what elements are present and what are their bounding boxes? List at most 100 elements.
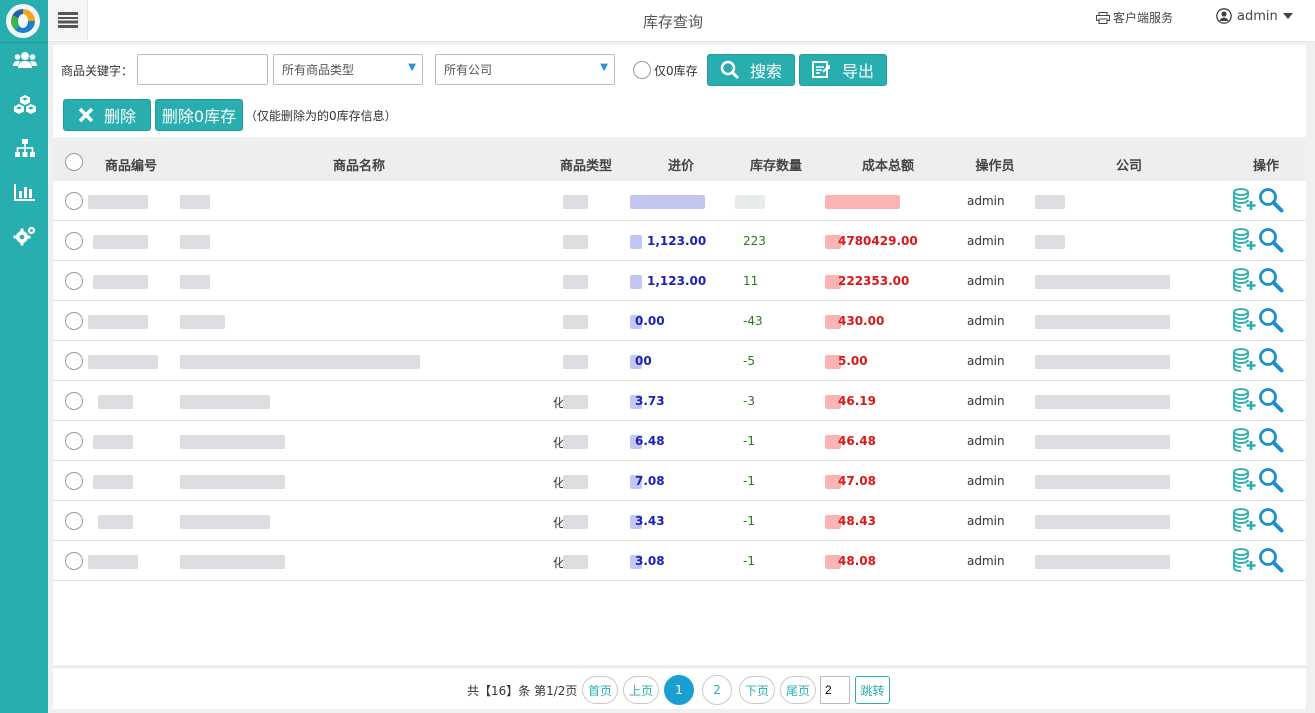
stock-detail-icon[interactable] xyxy=(1232,267,1258,293)
operator-cell: admin xyxy=(967,554,1005,568)
redacted-product-code xyxy=(88,355,158,369)
user-name: admin xyxy=(1237,8,1278,24)
zero-stock-label: 仅0库存 xyxy=(654,64,698,78)
sitemap-icon[interactable] xyxy=(12,135,38,161)
table-row: 化 7.08 -1 47.08 admin xyxy=(53,461,1306,501)
customer-service-link[interactable]: 客户端服务 xyxy=(1096,9,1173,26)
redacted-category xyxy=(563,475,588,489)
redacted-product-name xyxy=(180,395,270,409)
user-menu[interactable]: admin xyxy=(1216,8,1293,24)
view-details-search-icon[interactable] xyxy=(1258,187,1284,213)
view-details-search-icon[interactable] xyxy=(1258,267,1284,293)
gears-icon[interactable] xyxy=(12,223,38,249)
redacted-category xyxy=(563,195,588,209)
redacted-company xyxy=(1035,275,1170,289)
cost-cell: 46.19 xyxy=(838,394,876,408)
row-select-radio[interactable] xyxy=(65,352,83,370)
view-details-search-icon[interactable] xyxy=(1258,227,1284,253)
redacted-company xyxy=(1035,235,1065,249)
redacted-company xyxy=(1035,475,1170,489)
jump-page-input[interactable] xyxy=(820,676,850,704)
user-avatar-icon xyxy=(1216,8,1232,24)
row-select-radio[interactable] xyxy=(65,432,83,450)
row-select-radio[interactable] xyxy=(65,512,83,530)
delete-button[interactable]: 删除 xyxy=(63,99,151,131)
operator-cell: admin xyxy=(967,394,1005,408)
redacted-product-code xyxy=(88,315,148,329)
redacted-company xyxy=(1035,315,1170,329)
search-button-label: 搜索 xyxy=(749,62,782,81)
next-page-button[interactable]: 下页 xyxy=(739,676,775,704)
redacted-price xyxy=(630,275,642,289)
last-page-button[interactable]: 尾页 xyxy=(780,676,816,704)
view-details-search-icon[interactable] xyxy=(1258,307,1284,333)
quantity-cell: 11 xyxy=(743,274,759,288)
bar-chart-icon[interactable] xyxy=(12,179,38,205)
row-select-radio[interactable] xyxy=(65,272,83,290)
stock-detail-icon[interactable] xyxy=(1232,227,1258,253)
first-page-button[interactable]: 首页 xyxy=(582,676,618,704)
price-cell: 7.08 xyxy=(635,474,665,488)
cost-cell: 46.48 xyxy=(838,434,876,448)
price-cell: 6.48 xyxy=(635,434,665,448)
row-select-radio[interactable] xyxy=(65,232,83,250)
redacted-cost xyxy=(825,195,900,209)
pager-summary: 共【16】条 第1/2页 xyxy=(467,684,578,698)
redacted-product-code xyxy=(93,275,148,289)
filter-panel: 商品关键字： 所有商品类型 ▼ 所有公司 ▼ 仅0库存 搜索 导出 删除 删除0… xyxy=(53,45,1306,137)
view-details-search-icon[interactable] xyxy=(1258,507,1284,533)
page-2-button[interactable]: 2 xyxy=(702,675,732,705)
row-select-radio[interactable] xyxy=(65,392,83,410)
select-all-radio[interactable] xyxy=(65,153,83,171)
redacted-product-name xyxy=(180,235,210,249)
redacted-category xyxy=(563,395,588,409)
cubes-icon[interactable] xyxy=(12,92,38,118)
category-select[interactable]: 所有商品类型 ▼ xyxy=(273,54,423,85)
view-details-search-icon[interactable] xyxy=(1258,427,1284,453)
col-category: 商品类型 xyxy=(559,159,613,174)
stock-detail-icon[interactable] xyxy=(1232,387,1258,413)
col-operator: 操作员 xyxy=(975,159,1015,174)
col-product-code: 商品编号 xyxy=(104,159,158,174)
stock-detail-icon[interactable] xyxy=(1232,307,1258,333)
row-select-radio[interactable] xyxy=(65,192,83,210)
zero-stock-radio[interactable] xyxy=(633,61,651,79)
company-select[interactable]: 所有公司 ▼ xyxy=(435,54,615,85)
cost-cell: 48.08 xyxy=(838,554,876,568)
search-button[interactable]: 搜索 xyxy=(707,54,795,86)
export-button[interactable]: 导出 xyxy=(799,54,887,86)
users-icon[interactable] xyxy=(12,47,38,73)
stock-detail-icon[interactable] xyxy=(1232,547,1258,573)
page-title: 库存查询 xyxy=(643,13,704,31)
operator-cell: admin xyxy=(967,354,1005,368)
menu-toggle-button[interactable] xyxy=(48,0,88,40)
page-1-button[interactable]: 1 xyxy=(664,675,694,705)
view-details-search-icon[interactable] xyxy=(1258,347,1284,373)
row-select-radio[interactable] xyxy=(65,472,83,490)
stock-detail-icon[interactable] xyxy=(1232,467,1258,493)
redacted-product-code xyxy=(88,195,148,209)
view-details-search-icon[interactable] xyxy=(1258,467,1284,493)
stock-detail-icon[interactable] xyxy=(1232,427,1258,453)
stock-detail-icon[interactable] xyxy=(1232,347,1258,373)
operator-cell: admin xyxy=(967,234,1005,248)
stock-detail-icon[interactable] xyxy=(1232,187,1258,213)
stock-detail-icon[interactable] xyxy=(1232,507,1258,533)
keyword-input[interactable] xyxy=(137,54,268,85)
view-details-search-icon[interactable] xyxy=(1258,387,1284,413)
redacted-product-name xyxy=(180,475,285,489)
quantity-cell: -1 xyxy=(743,474,755,488)
view-details-search-icon[interactable] xyxy=(1258,547,1284,573)
col-actions: 操作 xyxy=(1252,159,1280,174)
row-select-radio[interactable] xyxy=(65,552,83,570)
prev-page-button[interactable]: 上页 xyxy=(623,676,659,704)
redacted-product-code xyxy=(98,395,133,409)
delete-zero-stock-button[interactable]: 删除0库存 xyxy=(155,99,243,131)
row-select-radio[interactable] xyxy=(65,312,83,330)
jump-button[interactable]: 跳转 xyxy=(855,676,890,704)
quantity-cell: -1 xyxy=(743,434,755,448)
redacted-company xyxy=(1035,355,1170,369)
redacted-product-code xyxy=(93,235,148,249)
table-row: 化 3.43 -1 48.43 admin xyxy=(53,501,1306,541)
chevron-down-icon: ▼ xyxy=(408,62,416,73)
